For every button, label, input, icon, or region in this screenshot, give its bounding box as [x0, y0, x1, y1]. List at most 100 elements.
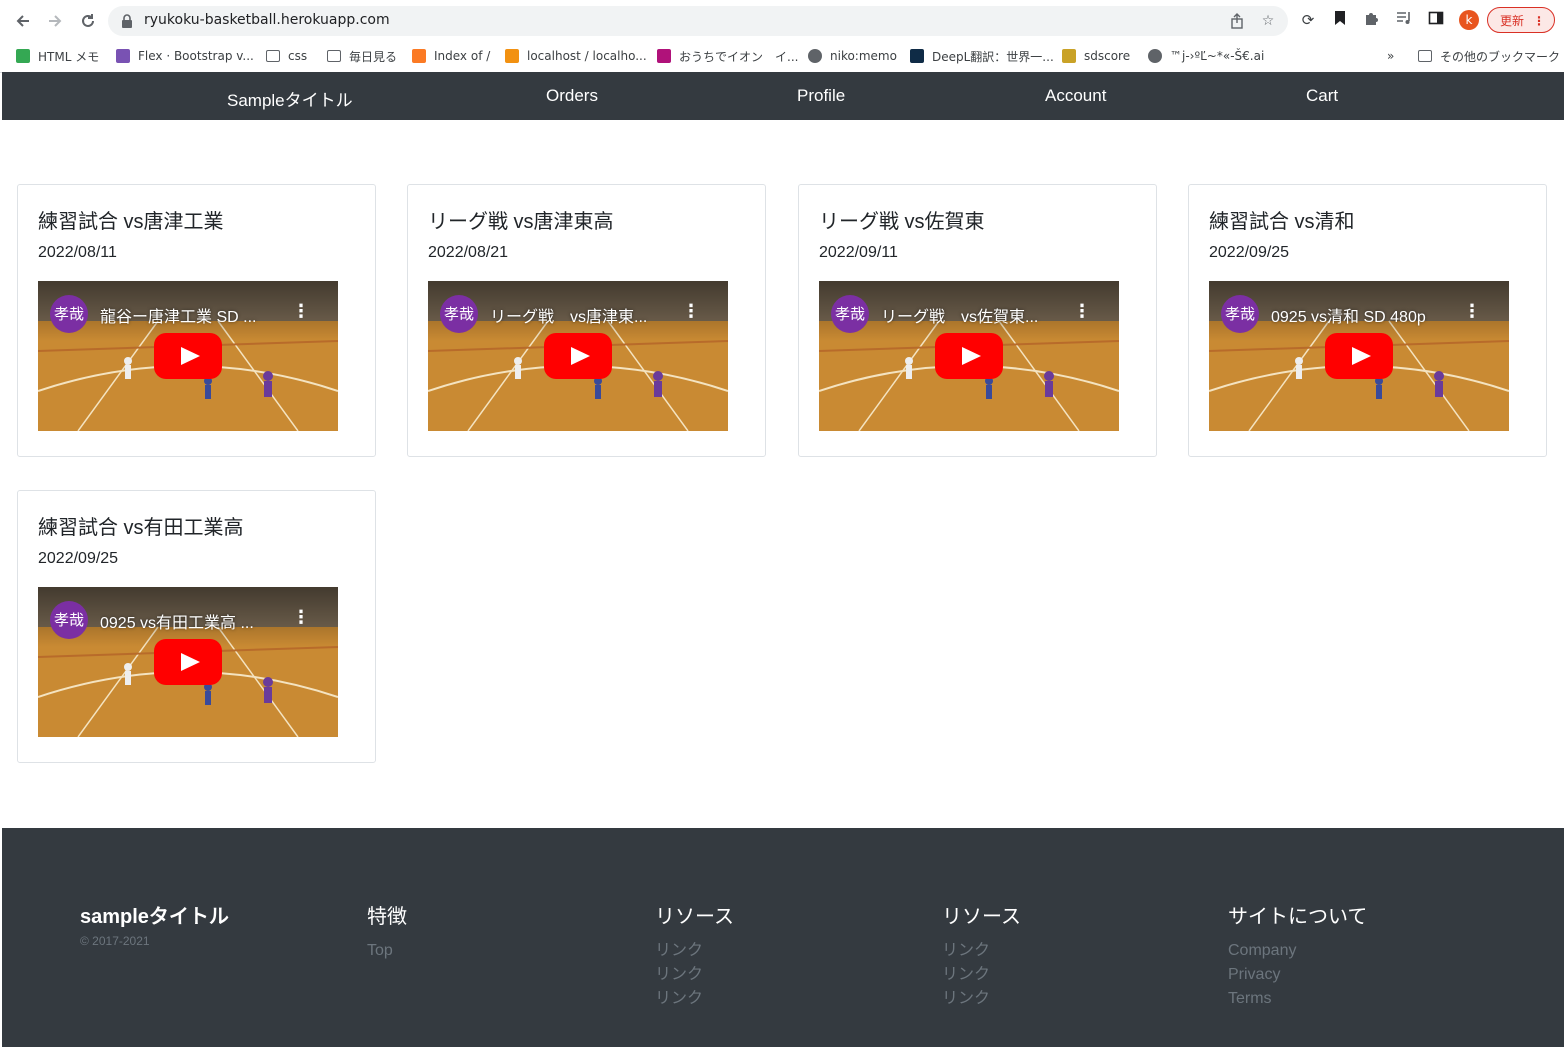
bookmark-label: localhost / localho...	[527, 49, 647, 63]
footer-link-top[interactable]: Top	[367, 939, 407, 963]
bookmark-label: Flex · Bootstrap v...	[138, 49, 254, 63]
bookmark-item[interactable]: css	[266, 46, 307, 66]
footer-link[interactable]: リンク	[942, 963, 1021, 987]
forward-icon[interactable]	[42, 8, 68, 34]
bookmark-label: 毎日見る	[349, 49, 398, 64]
sync-extension-icon[interactable]: ⟳	[1298, 10, 1318, 30]
footer-link-company[interactable]: Company	[1228, 939, 1367, 963]
bookmark-item[interactable]: おうちでイオン イ...	[657, 46, 798, 66]
game-date: 2022/08/11	[38, 244, 117, 261]
youtube-video-embed[interactable]: 孝哉 0925 vs清和 SD 480p ⋮	[1209, 281, 1509, 431]
channel-avatar[interactable]: 孝哉	[1221, 295, 1259, 333]
url-text[interactable]: ryukoku-basketball.herokuapp.com	[144, 12, 390, 28]
game-date: 2022/09/25	[38, 550, 119, 567]
game-card: 練習試合 vs清和 2022/09/25 孝哉 0925 vs清和 SD 480p ⋮	[1188, 184, 1547, 457]
footer-link-privacy[interactable]: Privacy	[1228, 963, 1367, 987]
game-card: リーグ戦 vs佐賀東 2022/09/11 孝哉 リーグ戦 vs佐賀東... ⋮	[798, 184, 1157, 457]
site-navbar: Sampleタイトル Orders Profile Account Cart	[2, 72, 1564, 120]
video-more-icon[interactable]: ⋮	[682, 303, 700, 323]
bookmark-label: Index of /	[434, 49, 491, 63]
game-title: 練習試合 vs清和	[1209, 211, 1355, 233]
channel-avatar[interactable]: 孝哉	[50, 601, 88, 639]
youtube-play-icon[interactable]	[544, 333, 612, 379]
address-bar[interactable]: ryukoku-basketball.herokuapp.com ☆	[108, 6, 1288, 36]
footer-link[interactable]: リンク	[655, 939, 734, 963]
footer-column-heading: リソース	[655, 906, 734, 928]
bookmark-item[interactable]: 毎日見る	[327, 46, 397, 66]
bookmark-item[interactable]: sdscore	[1062, 46, 1130, 66]
folder-icon	[327, 50, 341, 62]
channel-avatar[interactable]: 孝哉	[50, 295, 88, 333]
nav-orders-link[interactable]: Orders	[546, 86, 598, 106]
youtube-video-embed[interactable]: 孝哉 リーグ戦 vs佐賀東... ⋮	[819, 281, 1119, 431]
share-icon[interactable]	[1229, 13, 1245, 29]
bookmark-item[interactable]: DeepL翻訳：世界一...	[910, 46, 1054, 66]
youtube-play-icon[interactable]	[1325, 333, 1393, 379]
bookmark-star-icon[interactable]: ☆	[1260, 13, 1276, 29]
game-card: リーグ戦 vs唐津東高 2022/08/21 孝哉 リーグ戦 vs唐津東... ⋮	[407, 184, 766, 457]
video-title[interactable]: 0925 vs有田工業高 ...	[100, 609, 290, 633]
youtube-video-embed[interactable]: 孝哉 龍谷ー唐津工業 SD ... ⋮	[38, 281, 338, 431]
bookmarks-bar: HTML メモ Flex · Bootstrap v... css 毎日見る Index…	[0, 40, 1564, 71]
bookmark-item[interactable]: localhost / localho...	[505, 46, 647, 66]
game-date: 2022/09/11	[819, 244, 898, 261]
globe-icon	[808, 49, 822, 63]
video-more-icon[interactable]: ⋮	[292, 609, 310, 629]
media-control-icon[interactable]	[1394, 10, 1414, 30]
video-title[interactable]: リーグ戦 vs唐津東...	[490, 303, 680, 327]
video-title[interactable]: リーグ戦 vs佐賀東...	[881, 303, 1071, 327]
video-more-icon[interactable]: ⋮	[1463, 303, 1481, 323]
side-panel-icon[interactable]	[1426, 10, 1446, 30]
footer-link-terms[interactable]: Terms	[1228, 987, 1367, 1011]
update-label: 更新	[1500, 14, 1525, 28]
bookmark-label: HTML メモ	[38, 49, 100, 64]
footer-column-features: 特徴 Top	[367, 900, 407, 963]
game-title: 練習試合 vs有田工業高	[38, 517, 244, 539]
nav-brand-link[interactable]: Sampleタイトル	[227, 86, 353, 111]
video-title[interactable]: 0925 vs清和 SD 480p	[1271, 303, 1461, 327]
more-bookmarks-chevron-icon[interactable]: »	[1387, 46, 1394, 66]
youtube-play-icon[interactable]	[935, 333, 1003, 379]
bookmark-item[interactable]: HTML メモ	[16, 46, 99, 66]
bookmark-item[interactable]: ™j-›ºĽ~*«-Š€.ai	[1148, 46, 1264, 66]
game-date: 2022/09/25	[1209, 244, 1290, 261]
footer-brand: sampleタイトル	[80, 906, 229, 928]
extensions-puzzle-icon[interactable]	[1362, 10, 1382, 30]
nav-account-link[interactable]: Account	[1045, 86, 1106, 106]
footer-link[interactable]: リンク	[942, 939, 1021, 963]
nav-cart-link[interactable]: Cart	[1306, 86, 1338, 106]
bookmark-extension-icon[interactable]	[1330, 10, 1350, 30]
footer-link[interactable]: リンク	[655, 963, 734, 987]
bookmark-label: ™j-›ºĽ~*«-Š€.ai	[1170, 49, 1265, 63]
bookmark-label: DeepL翻訳：世界一...	[932, 49, 1054, 64]
youtube-video-embed[interactable]: 孝哉 0925 vs有田工業高 ... ⋮	[38, 587, 338, 737]
footer-link[interactable]: リンク	[942, 987, 1021, 1011]
youtube-video-embed[interactable]: 孝哉 リーグ戦 vs唐津東... ⋮	[428, 281, 728, 431]
footer-column-heading: リソース	[942, 906, 1021, 928]
youtube-play-icon[interactable]	[154, 639, 222, 685]
back-icon[interactable]	[10, 8, 36, 34]
reload-icon[interactable]	[75, 8, 101, 34]
footer-column-about: サイトについて Company Privacy Terms	[1228, 900, 1367, 1011]
channel-avatar[interactable]: 孝哉	[831, 295, 869, 333]
video-more-icon[interactable]: ⋮	[1073, 303, 1091, 323]
bookmark-item[interactable]: niko:memo	[808, 46, 897, 66]
browser-toolbar: ryukoku-basketball.herokuapp.com ☆ ⟳ k 更…	[0, 0, 1564, 40]
menu-kebab-icon: ⋮	[1533, 14, 1545, 28]
channel-avatar[interactable]: 孝哉	[440, 295, 478, 333]
video-title[interactable]: 龍谷ー唐津工業 SD ...	[100, 303, 290, 327]
game-card: 練習試合 vs有田工業高 2022/09/25 孝哉 0925 vs有田工業高 ...…	[17, 490, 376, 763]
other-bookmarks-folder[interactable]: その他のブックマーク	[1418, 46, 1560, 66]
video-more-icon[interactable]: ⋮	[292, 303, 310, 323]
bookmark-label: sdscore	[1084, 49, 1131, 63]
bookmark-item[interactable]: Flex · Bootstrap v...	[116, 46, 254, 66]
profile-avatar[interactable]: k	[1459, 10, 1479, 30]
youtube-play-icon[interactable]	[154, 333, 222, 379]
bookmark-item[interactable]: Index of /	[412, 46, 490, 66]
deepl-icon	[910, 49, 924, 63]
bootstrap-icon	[116, 49, 130, 63]
nav-profile-link[interactable]: Profile	[797, 86, 845, 106]
lock-icon	[120, 13, 136, 29]
footer-link[interactable]: リンク	[655, 987, 734, 1011]
update-button[interactable]: 更新 ⋮	[1487, 7, 1555, 33]
